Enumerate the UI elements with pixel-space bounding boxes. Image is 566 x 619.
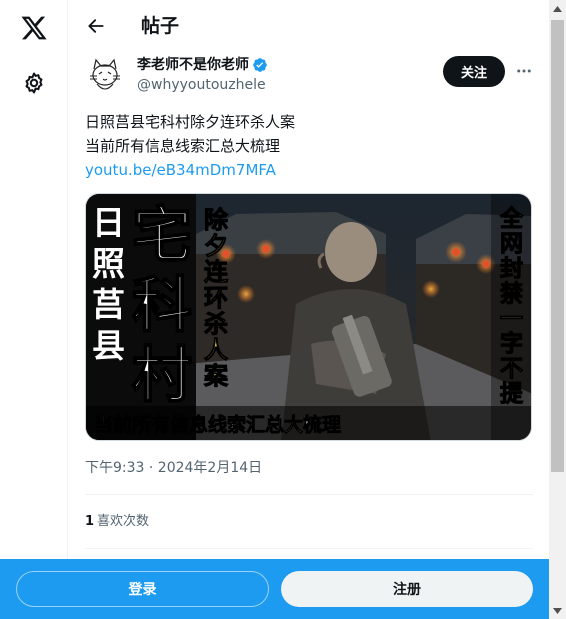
- thumb-left-char: 日: [92, 203, 125, 242]
- tweet-line: 当前所有信息线索汇总大梳理: [85, 137, 281, 155]
- thumb-right-char: 网: [500, 231, 523, 257]
- thumb-left-char: 照: [92, 244, 125, 283]
- thumb-right-char: 一: [500, 306, 523, 332]
- likes-label: 喜欢次数: [97, 514, 150, 529]
- thumb-sub-char: 连: [204, 258, 229, 286]
- thumb-main-char: 村: [132, 341, 192, 411]
- thumb-main-char: 科: [132, 271, 192, 341]
- user-handle[interactable]: @whyyoutouzhele: [137, 76, 266, 94]
- thumb-right-char: 全: [499, 205, 524, 232]
- more-dots-icon[interactable]: [513, 60, 535, 82]
- thumb-right-char: 禁: [500, 280, 523, 307]
- page-scrollbar[interactable]: [549, 0, 566, 619]
- left-rail: [0, 0, 68, 619]
- thumb-caption: 当前所有信息线索汇总大梳理: [94, 413, 341, 436]
- display-name[interactable]: 李老师不是你老师: [137, 56, 249, 74]
- login-button[interactable]: 登录: [16, 571, 269, 607]
- follow-button[interactable]: 关注: [443, 56, 505, 87]
- x-logo-icon[interactable]: [18, 12, 50, 44]
- thumb-sub-char: 人: [204, 336, 228, 364]
- thumb-right-char: 不: [500, 356, 523, 382]
- thumb-right-char: 字: [500, 330, 523, 357]
- bottom-login-bar: 登录 注册: [0, 559, 549, 619]
- thumb-sub-char: 除: [204, 206, 229, 234]
- top-bar: 帖子: [69, 0, 549, 53]
- post-timestamp[interactable]: 下午9:33 · 2024年2月14日: [85, 459, 262, 477]
- name-row: 李老师不是你老师: [137, 56, 268, 74]
- thumb-right-char: 封: [500, 256, 523, 282]
- divider: [85, 494, 533, 495]
- thumb-left-char: 莒: [92, 285, 125, 324]
- gear-icon[interactable]: [20, 69, 48, 97]
- signup-button[interactable]: 注册: [281, 571, 533, 607]
- scrollbar-thumb[interactable]: [551, 20, 564, 472]
- scroll-down-arrow-icon[interactable]: [549, 602, 566, 619]
- tweet-text: 日照莒县宅科村除夕连环杀人案 当前所有信息线索汇总大梳理 youtu.be/eB…: [85, 110, 525, 182]
- thumb-sub-char: 案: [203, 362, 229, 390]
- thumb-main-char: 宅: [132, 201, 192, 271]
- scroll-up-arrow-icon[interactable]: [549, 0, 566, 17]
- author-row: 李老师不是你老师 @whyyoutouzhele 关注: [69, 52, 549, 102]
- likes-number: 1: [85, 514, 95, 529]
- likes-count[interactable]: 1 喜欢次数: [85, 513, 149, 531]
- thumb-left-char: 县: [92, 326, 125, 365]
- thumb-sub-char: 环: [204, 284, 228, 312]
- thumbnail-image: 日 照 莒 县 宅 科 村 除 夕 连 环 杀 人 案 全 网 封 禁 一 字 …: [86, 194, 531, 440]
- tweet-link[interactable]: youtu.be/eB34mDm7MFA: [85, 158, 525, 182]
- thumb-right-char: 提: [500, 380, 524, 407]
- thumb-sub-char: 杀: [204, 310, 228, 338]
- avatar[interactable]: [85, 55, 125, 95]
- thumb-sub-char: 夕: [204, 232, 228, 260]
- arrow-left-icon[interactable]: [83, 13, 109, 39]
- media-thumbnail[interactable]: 日 照 莒 县 宅 科 村 除 夕 连 环 杀 人 案 全 网 封 禁 一 字 …: [85, 193, 532, 441]
- page-title: 帖子: [141, 15, 180, 37]
- post-column: 帖子 李老师不是你老师 @whyyoutouzhele 关注 日照莒县宅科村除夕…: [69, 0, 549, 619]
- verified-badge-icon: [252, 57, 268, 73]
- divider: [85, 548, 533, 549]
- tweet-line: 日照莒县宅科村除夕连环杀人案: [85, 113, 296, 131]
